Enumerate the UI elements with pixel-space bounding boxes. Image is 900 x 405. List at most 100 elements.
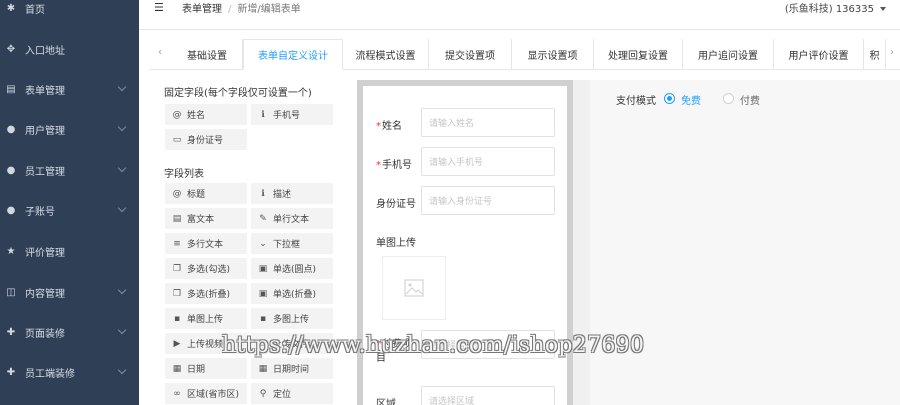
calendar-icon: ▦ (258, 363, 268, 374)
field-type-label: 定位 (273, 390, 292, 400)
field-type-button[interactable]: ≡ 多行文本 (165, 233, 247, 254)
settings-tab[interactable]: 积 (864, 39, 886, 70)
preview-select-region[interactable]: 请选择区域 (421, 386, 555, 405)
user-menu[interactable]: (乐鱼科技) 136335 (785, 0, 886, 15)
field-type-button[interactable]: ❐ 多选(折叠) (165, 283, 247, 304)
tab-next-icon[interactable]: › (890, 47, 894, 58)
sidebar-item-label: 评价管理 (25, 247, 65, 259)
sidebar-item[interactable]: ● 用户管理 (0, 109, 139, 149)
at-icon: @ (172, 188, 182, 199)
field-type-label: 身份证号 (187, 136, 224, 146)
video-icon: ▶ (173, 338, 181, 349)
sidebar-item[interactable]: ● 员工管理 (0, 150, 139, 190)
info-icon: ℹ (261, 188, 265, 199)
chevron-down-icon (117, 163, 127, 173)
preview-label-phone: *手机号 (376, 160, 412, 171)
preview-input-name[interactable]: 请输入姓名 (421, 108, 555, 137)
calendar-icon: ▦ (172, 363, 182, 374)
gamepad-icon: ✱ (6, 2, 16, 14)
sidebar-item[interactable]: ▤ 表单管理 (0, 69, 139, 109)
sidebar-item-label: 入口地址 (25, 45, 65, 57)
field-type-button[interactable]: @ 姓名 (165, 104, 247, 125)
settings-tab[interactable]: 提交设置项 (429, 39, 512, 70)
field-type-label: 富文本 (187, 215, 215, 225)
field-type-button[interactable]: ▣ 单选(折叠) (251, 283, 333, 304)
field-type-label: 单选(圆点) (273, 265, 317, 275)
settings-tab[interactable]: 用户追问设置 (683, 39, 774, 70)
window-icon: ▣ (258, 288, 268, 299)
image-upload-box[interactable] (382, 256, 446, 320)
settings-tab[interactable]: 显示设置项 (512, 39, 594, 70)
chevron-down-icon (117, 203, 127, 213)
field-type-label: 多选(折叠) (187, 290, 231, 300)
field-type-button[interactable]: ∞ 区域(省市区) (165, 383, 247, 404)
sidebar-item[interactable]: ◫ 内容管理 (0, 272, 139, 312)
field-type-label: 区域(省市区) (187, 390, 240, 400)
preview-label-region: 区域 (376, 399, 396, 405)
field-type-label: 日期 (187, 365, 206, 375)
field-type-button[interactable]: ▪ 单图上传 (165, 308, 247, 329)
field-type-button[interactable]: ✎ 单行文本 (251, 208, 333, 229)
sidebar-item-label: 表单管理 (25, 85, 65, 97)
field-type-button[interactable]: ⚲ 定位 (251, 383, 333, 404)
sidebar-item-label: 员工管理 (25, 166, 65, 178)
caret-down-icon (880, 7, 886, 11)
id-card-icon: ▭ (172, 134, 182, 145)
field-type-button[interactable]: ▦ 日期时间 (251, 358, 333, 379)
copy-icon: ❐ (172, 288, 182, 299)
list-icon: ≡ (173, 238, 181, 249)
book-icon: ▤ (6, 83, 16, 95)
radio-free[interactable] (664, 93, 675, 104)
field-type-button[interactable]: ⌄ 下拉框 (251, 233, 333, 254)
field-type-button[interactable]: ▤ 富文本 (165, 208, 247, 229)
field-type-label: 描述 (273, 190, 292, 200)
field-type-button[interactable]: ❐ 多选(勾选) (165, 258, 247, 279)
preview-input-id[interactable]: 请输入身份证号 (421, 186, 555, 215)
settings-tab[interactable]: 基础设置 (172, 39, 243, 70)
user-icon: ● (6, 123, 16, 135)
menu-toggle-icon[interactable]: ☰ (154, 1, 164, 14)
settings-tab[interactable]: 表单自定义设计 (243, 39, 343, 70)
sidebar-item-label: 子账号 (25, 206, 55, 218)
sidebar-item[interactable]: ✥ 入口地址 (0, 29, 139, 69)
preview-input-phone[interactable]: 请输入手机号 (421, 147, 555, 176)
breadcrumb-item-form-management[interactable]: 表单管理 (182, 4, 222, 15)
field-type-button[interactable]: ▭ 身份证号 (165, 129, 247, 150)
pay-option-free[interactable]: 免费 (681, 92, 701, 107)
settings-tab[interactable]: 用户评价设置 (774, 39, 864, 70)
field-type-label: 多图上传 (273, 315, 310, 325)
sidebar-item[interactable]: ● 子账号 (0, 190, 139, 230)
settings-tab[interactable]: 流程模式设置 (343, 39, 429, 70)
field-type-label: 下拉框 (273, 240, 301, 250)
sidebar-item[interactable]: ★ 评价管理 (0, 231, 139, 271)
sidebar-item[interactable]: ✚ 页面装修 (0, 312, 139, 352)
field-type-button[interactable]: ▣ 单选(圆点) (251, 258, 333, 279)
sidebar-item[interactable]: ✚ 员工端装修 (0, 352, 139, 392)
top-header: ☰ 表单管理 / 新增/编辑表单 (乐鱼科技) 136335 (139, 0, 900, 30)
field-type-button[interactable]: ▪ 多图上传 (251, 308, 333, 329)
field-type-button[interactable]: @ 标题 (165, 183, 247, 204)
open-book-icon: ◫ (6, 286, 16, 298)
image-placeholder-icon (404, 279, 424, 297)
pay-option-paid[interactable]: 付费 (740, 92, 760, 107)
move-icon: ✚ (6, 366, 16, 378)
tab-prev-icon[interactable]: ‹ (158, 47, 162, 58)
field-type-button[interactable]: ℹ 描述 (251, 183, 333, 204)
sidebar-item-label: 用户管理 (25, 125, 65, 137)
field-type-label: 手机号 (273, 111, 301, 121)
required-mark: * (376, 160, 381, 171)
user-name: (乐鱼科技) 136335 (784, 4, 874, 15)
fixed-fields-title: 固定字段(每个字段仅可设置一个) (164, 88, 312, 99)
chevron-down-icon (117, 365, 127, 375)
preview-label-id: 身份证号 (376, 199, 416, 210)
field-type-button[interactable]: ℹ 手机号 (251, 104, 333, 125)
field-type-label: 单图上传 (187, 315, 224, 325)
field-type-label: 单选(折叠) (273, 290, 317, 300)
sidebar-item[interactable]: ✱ 首页 (0, 0, 139, 28)
settings-tab[interactable]: 处理回复设置 (594, 39, 683, 70)
radio-paid[interactable] (723, 93, 734, 104)
field-type-button[interactable]: ▦ 日期 (165, 358, 247, 379)
window-icon: ▣ (258, 263, 268, 274)
chevron-down-icon (117, 325, 127, 335)
target-icon: ✥ (6, 43, 16, 55)
